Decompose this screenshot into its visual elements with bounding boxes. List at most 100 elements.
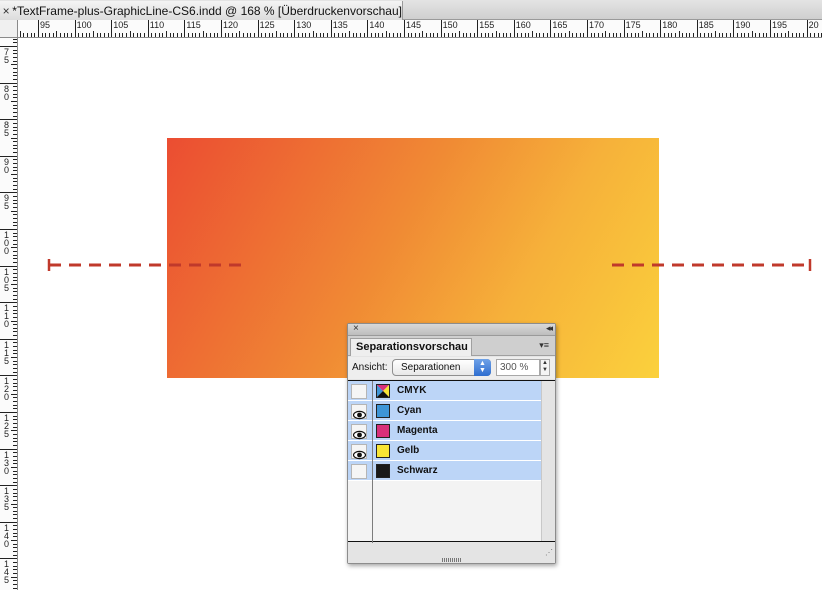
panel-titlebar[interactable]: × ◂◂ [348, 323, 555, 336]
ruler-minor-tick [11, 430, 17, 432]
ruler-minor-tick [279, 33, 281, 37]
view-select-value: Separationen [401, 362, 461, 373]
visibility-toggle[interactable] [351, 384, 367, 399]
ruler-minor-tick [13, 324, 17, 326]
separation-row-cmyk[interactable]: CMYK [348, 381, 541, 401]
visibility-toggle[interactable] [351, 424, 367, 440]
ruler-minor-tick [502, 33, 504, 37]
ruler-minor-tick [813, 33, 815, 37]
ruler-minor-tick [217, 33, 219, 37]
ruler-minor-tick [13, 444, 17, 446]
vertical-ruler[interactable]: 75 80 85 90 95 100 105 110 115 120 125 130 135 140 145 [0, 38, 18, 590]
separation-row-cyan[interactable]: Cyan [348, 401, 541, 421]
ruler-label: 145 [406, 20, 422, 30]
separation-row-schwarz[interactable]: Schwarz [348, 461, 541, 481]
ruler-minor-tick [594, 33, 596, 37]
ruler-minor-tick [605, 31, 607, 37]
ruler-minor-tick [13, 89, 17, 91]
ruler-minor-tick [13, 239, 17, 241]
visibility-toggle[interactable] [351, 444, 367, 460]
ruler-minor-tick [13, 261, 17, 263]
ruler-major-tick [550, 20, 552, 37]
ruler-minor-tick [667, 33, 669, 37]
ruler-minor-tick [13, 199, 17, 201]
ruler-minor-tick [429, 33, 431, 37]
panel-close-icon[interactable]: × [353, 323, 359, 334]
ruler-label: 155 [479, 20, 495, 30]
list-scrollbar[interactable] [541, 381, 555, 541]
zoom-stepper[interactable]: ▲ ▼ [540, 359, 550, 376]
ruler-minor-tick [766, 33, 768, 37]
separation-row-magenta[interactable]: Magenta [348, 421, 541, 441]
ruler-minor-tick [671, 33, 673, 37]
ruler-minor-tick [13, 565, 17, 567]
graphic-line[interactable] [46, 255, 816, 275]
separations-preview-panel: × ◂◂ Separationsvorschau ▾≡ Ansicht: Sep… [347, 323, 556, 564]
ruler-major-tick [184, 20, 186, 37]
ruler-label: 95 [40, 20, 51, 30]
ruler-minor-tick [231, 33, 233, 37]
ruler-major-tick [623, 20, 625, 37]
panel-collapse-icon[interactable]: ◂◂ [546, 323, 553, 334]
ruler-minor-tick [13, 525, 17, 527]
ruler-major-tick [147, 20, 149, 37]
ruler-minor-tick [246, 33, 248, 37]
ruler-label: 105 [113, 20, 129, 30]
ruler-minor-tick [13, 422, 17, 424]
ruler-minor-tick [554, 33, 556, 37]
ruler-minor-tick [418, 33, 420, 37]
separation-row-gelb[interactable]: Gelb [348, 441, 541, 461]
ruler-minor-tick [13, 441, 17, 443]
ruler-major-tick [111, 20, 113, 37]
resize-grip-icon[interactable]: ⋰ [545, 548, 553, 557]
tab-separations-preview[interactable]: Separationsvorschau [350, 338, 472, 356]
document-tab[interactable]: × *TextFrame-plus-GraphicLine-CS6.indd @… [0, 1, 403, 20]
ruler-minor-tick [13, 364, 17, 366]
ruler-minor-tick [13, 371, 17, 373]
ruler-minor-tick [166, 31, 168, 37]
visibility-toggle[interactable] [351, 464, 367, 479]
ruler-minor-tick [784, 33, 786, 37]
ruler-minor-tick [484, 33, 486, 37]
select-arrows-icon: ▲ ▼ [474, 359, 491, 376]
ruler-minor-tick [13, 97, 17, 99]
ruler-minor-tick [155, 33, 157, 37]
zoom-input[interactable]: 300 % [496, 359, 540, 376]
ruler-minor-tick [795, 33, 797, 37]
ruler-minor-tick [740, 33, 742, 37]
ruler-minor-tick [253, 33, 255, 37]
ruler-minor-tick [338, 33, 340, 37]
ruler-minor-tick [414, 33, 416, 37]
ruler-minor-tick [791, 33, 793, 37]
ruler-minor-tick [455, 33, 457, 37]
document-tab-title: *TextFrame-plus-GraphicLine-CS6.indd @ 1… [12, 3, 402, 18]
ruler-minor-tick [103, 33, 105, 37]
ruler-minor-tick [411, 33, 413, 37]
visibility-toggle[interactable] [351, 404, 367, 420]
ruler-minor-tick [13, 499, 17, 501]
ruler-minor-tick [89, 33, 91, 37]
horizontal-ruler[interactable]: 95 100 105 110 115 120 125 130 135 140 145 150 155 16… [18, 20, 822, 38]
ruler-minor-tick [13, 551, 17, 553]
panel-menu-icon[interactable]: ▾≡ [539, 340, 549, 351]
ruler-minor-tick [755, 33, 757, 37]
ruler-label: 110 [149, 20, 165, 30]
panel-grip-icon[interactable] [442, 558, 462, 562]
ruler-minor-tick [199, 33, 201, 37]
view-select[interactable]: Separationen ▲ ▼ [392, 359, 491, 376]
close-tab-icon[interactable]: × [0, 4, 12, 18]
ruler-minor-tick [689, 33, 691, 37]
ruler-minor-tick [674, 33, 676, 37]
ruler-minor-tick [334, 33, 336, 37]
row-divider [372, 421, 373, 441]
ruler-minor-tick [682, 33, 684, 37]
ruler-major-tick [733, 20, 735, 37]
ruler-origin[interactable] [0, 20, 18, 38]
ruler-minor-tick [13, 382, 17, 384]
ruler-minor-tick [195, 33, 197, 37]
ruler-minor-tick [11, 466, 17, 468]
ruler-minor-tick [13, 78, 17, 80]
ruler-minor-tick [13, 130, 17, 132]
ruler-minor-tick [13, 587, 17, 589]
ruler-major-tick [257, 20, 259, 37]
